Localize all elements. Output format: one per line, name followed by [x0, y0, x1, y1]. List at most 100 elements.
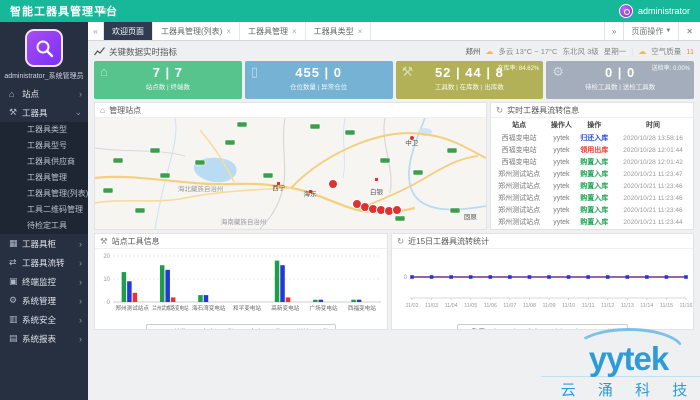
- tab[interactable]: 工器具类型×: [306, 22, 372, 40]
- stat-label: 待检工具数 | 送检工具数: [546, 81, 694, 91]
- table-row[interactable]: 西福变电站yytek归还入库2020/10/28 13:58:16: [491, 132, 693, 144]
- sidebar-subitem[interactable]: 工器具管理: [0, 170, 88, 186]
- magnifier-icon: [35, 39, 55, 59]
- rate-badge: 在库率: 84.62%: [498, 63, 540, 72]
- menu-toggle-icon[interactable]: ≡: [100, 4, 107, 18]
- profile-avatar[interactable]: [25, 29, 63, 67]
- svg-text:11/06: 11/06: [484, 303, 497, 309]
- close-all-tabs-button[interactable]: ✕: [678, 22, 700, 40]
- tab[interactable]: 工器具管理(列表)×: [153, 22, 240, 40]
- page-operations-label: 页面操作: [631, 26, 663, 37]
- stat-value: 455 | 0: [245, 65, 393, 80]
- flow-cell-op: 领用出库: [575, 144, 613, 156]
- sidebar-item-system[interactable]: ⚙系统管理›: [0, 291, 88, 310]
- sidebar-subitem[interactable]: 工器具型号: [0, 138, 88, 154]
- map-label: 中卫: [405, 137, 418, 147]
- tabs-collapse-button[interactable]: «: [88, 22, 104, 40]
- bar-chart: 01020郑州测试站点兰州武威路变电站海石湾变电站和平变电站高新变电站广场变电站…: [97, 250, 385, 316]
- legend-marker: [505, 329, 511, 330]
- sidebar-item-flow[interactable]: ⇄工器具流转›: [0, 253, 88, 272]
- brand-name: 云 涌 科 技: [541, 376, 700, 400]
- refresh-icon[interactable]: ↻: [496, 105, 503, 116]
- svg-text:11/10: 11/10: [562, 303, 575, 309]
- map-canvas[interactable]: 海北藏族自治州海南藏族自治州西宁海东白银中卫固原: [95, 118, 486, 229]
- wrench-icon: ⚒: [100, 236, 108, 247]
- flow-cell-user: yytek: [547, 216, 575, 228]
- weather-day: 星期一: [604, 46, 627, 57]
- user-name[interactable]: administrator: [638, 6, 690, 16]
- sidebar-subitem[interactable]: 工器具类型: [0, 122, 88, 138]
- bank-icon: ⌂: [100, 105, 105, 115]
- legend-swatch: [194, 329, 200, 330]
- close-tab-icon[interactable]: ×: [292, 27, 297, 36]
- table-row[interactable]: 郑州测试站点yytek购置入库2020/10/21 11:23:46: [491, 204, 693, 216]
- legend-swatch: [241, 329, 247, 330]
- chevron-icon: ›: [79, 334, 82, 344]
- sidebar-subitem[interactable]: 工具二维码管理: [0, 202, 88, 218]
- sidebar-subitem[interactable]: 待检定工具: [0, 218, 88, 234]
- bar-工具总数: [122, 272, 127, 302]
- stat-card: ⌂7 | 7站点数 | 终端数: [94, 61, 242, 99]
- sidebar-item-terminal[interactable]: ▣终端监控›: [0, 272, 88, 291]
- flow-cell-time: 2020/10/28 13:58:16: [613, 132, 693, 144]
- table-row[interactable]: 郑州测试站点yytek购置入库2020/10/21 11:23:46: [491, 192, 693, 204]
- legend-item: 领用出库: [505, 326, 539, 330]
- bar-出库工具数: [286, 297, 291, 302]
- sidebar-item-label: 终端监控: [22, 276, 79, 288]
- weather-condition: 多云 13°C ~ 17°C: [498, 46, 557, 57]
- sidebar-item-cabinet[interactable]: ▦工器具柜›: [0, 234, 88, 253]
- flow-cell-site: 郑州测试站点: [491, 204, 547, 216]
- flow-cell-time: 2020/10/21 11:23:44: [613, 216, 693, 228]
- bar-工具总数: [313, 300, 318, 302]
- sidebar-item-tools[interactable]: ⚒工器具⌄: [0, 103, 88, 122]
- user-avatar[interactable]: [619, 4, 633, 18]
- refresh-icon[interactable]: ↻: [397, 236, 404, 247]
- flow-column-header: 操作: [575, 118, 613, 132]
- table-row[interactable]: 西福变电站yytek购置入库2020/10/28 12:01:42: [491, 156, 693, 168]
- flow-cell-op: 购置入库: [575, 156, 613, 168]
- table-row[interactable]: 西福变电站yytek领用出库2020/10/28 12:01:44: [491, 144, 693, 156]
- page-operations-dropdown[interactable]: 页面操作 ▼: [623, 22, 678, 40]
- sidebar-subitem[interactable]: 工器具管理(列表): [0, 186, 88, 202]
- svg-text:0: 0: [404, 275, 408, 281]
- legend-swatch: [153, 329, 159, 330]
- tabs-expand-button[interactable]: »: [604, 22, 623, 40]
- report-icon: ▤: [9, 333, 22, 344]
- bar-chart-title: 站点工具信息: [112, 236, 160, 247]
- sidebar-submenu: 工器具类型工器具型号工器具供应商工器具管理工器具管理(列表)工具二维码管理待检定…: [0, 122, 88, 234]
- bank-icon: ⌂: [100, 64, 108, 79]
- line-chart-title: 近15日工器具流转统计: [408, 236, 489, 247]
- flow-column-header: 操作人: [547, 118, 575, 132]
- table-row[interactable]: 郑州测试站点yytek购置入库2020/10/21 11:23:44: [491, 216, 693, 228]
- stat-label: 仓位数量 | 异常仓位: [245, 81, 393, 91]
- sidebar-item-site[interactable]: ⌂站点›: [0, 84, 88, 103]
- flow-cell-op: 购置入库: [575, 216, 613, 228]
- flow-icon: ⇄: [9, 257, 22, 268]
- flow-cell-user: yytek: [547, 144, 575, 156]
- svg-text:11/12: 11/12: [601, 303, 614, 309]
- svg-text:广场变电站: 广场变电站: [310, 304, 338, 312]
- tab[interactable]: 欢迎页面: [104, 22, 153, 40]
- sidebar-subitem[interactable]: 工器具供应商: [0, 154, 88, 170]
- brand-watermark: yytek 云 涌 科 技: [541, 328, 700, 400]
- close-tab-icon[interactable]: ×: [226, 27, 231, 36]
- map-panel: ⌂ 管理站点: [94, 102, 487, 230]
- map-label: 固原: [464, 211, 477, 221]
- caret-down-icon: ▼: [665, 28, 671, 34]
- svg-text:11/14: 11/14: [640, 303, 653, 309]
- stat-card: ⚒在库率: 84.62%52 | 44 | 8工具数 | 在库数 | 出库数: [396, 61, 544, 99]
- bank-icon: ⌂: [9, 89, 22, 99]
- shield-icon: ▥: [9, 314, 22, 325]
- app-title: 智能工器具管理平台: [0, 3, 86, 19]
- sidebar-item-security[interactable]: ▥系统安全›: [0, 310, 88, 329]
- line-chart-panel: ↻ 近15日工器具流转统计 011/0211/0311/0411/0511/06…: [391, 233, 694, 330]
- bar-chart-panel: ⚒ 站点工具信息 01020郑州测试站点兰州武威路变电站海石湾变电站和平变电站高…: [94, 233, 388, 330]
- flow-cell-user: yytek: [547, 156, 575, 168]
- map-label: 白银: [370, 186, 383, 196]
- table-row[interactable]: 郑州测试站点yytek购置入库2020/10/21 11:23:46: [491, 180, 693, 192]
- svg-text:郑州测试站点: 郑州测试站点: [115, 304, 149, 312]
- table-row[interactable]: 郑州测试站点yytek购置入库2020/10/21 11:23:47: [491, 168, 693, 180]
- tab[interactable]: 工器具管理×: [240, 22, 306, 40]
- close-tab-icon[interactable]: ×: [358, 27, 363, 36]
- sidebar-item-report[interactable]: ▤系统报表›: [0, 329, 88, 348]
